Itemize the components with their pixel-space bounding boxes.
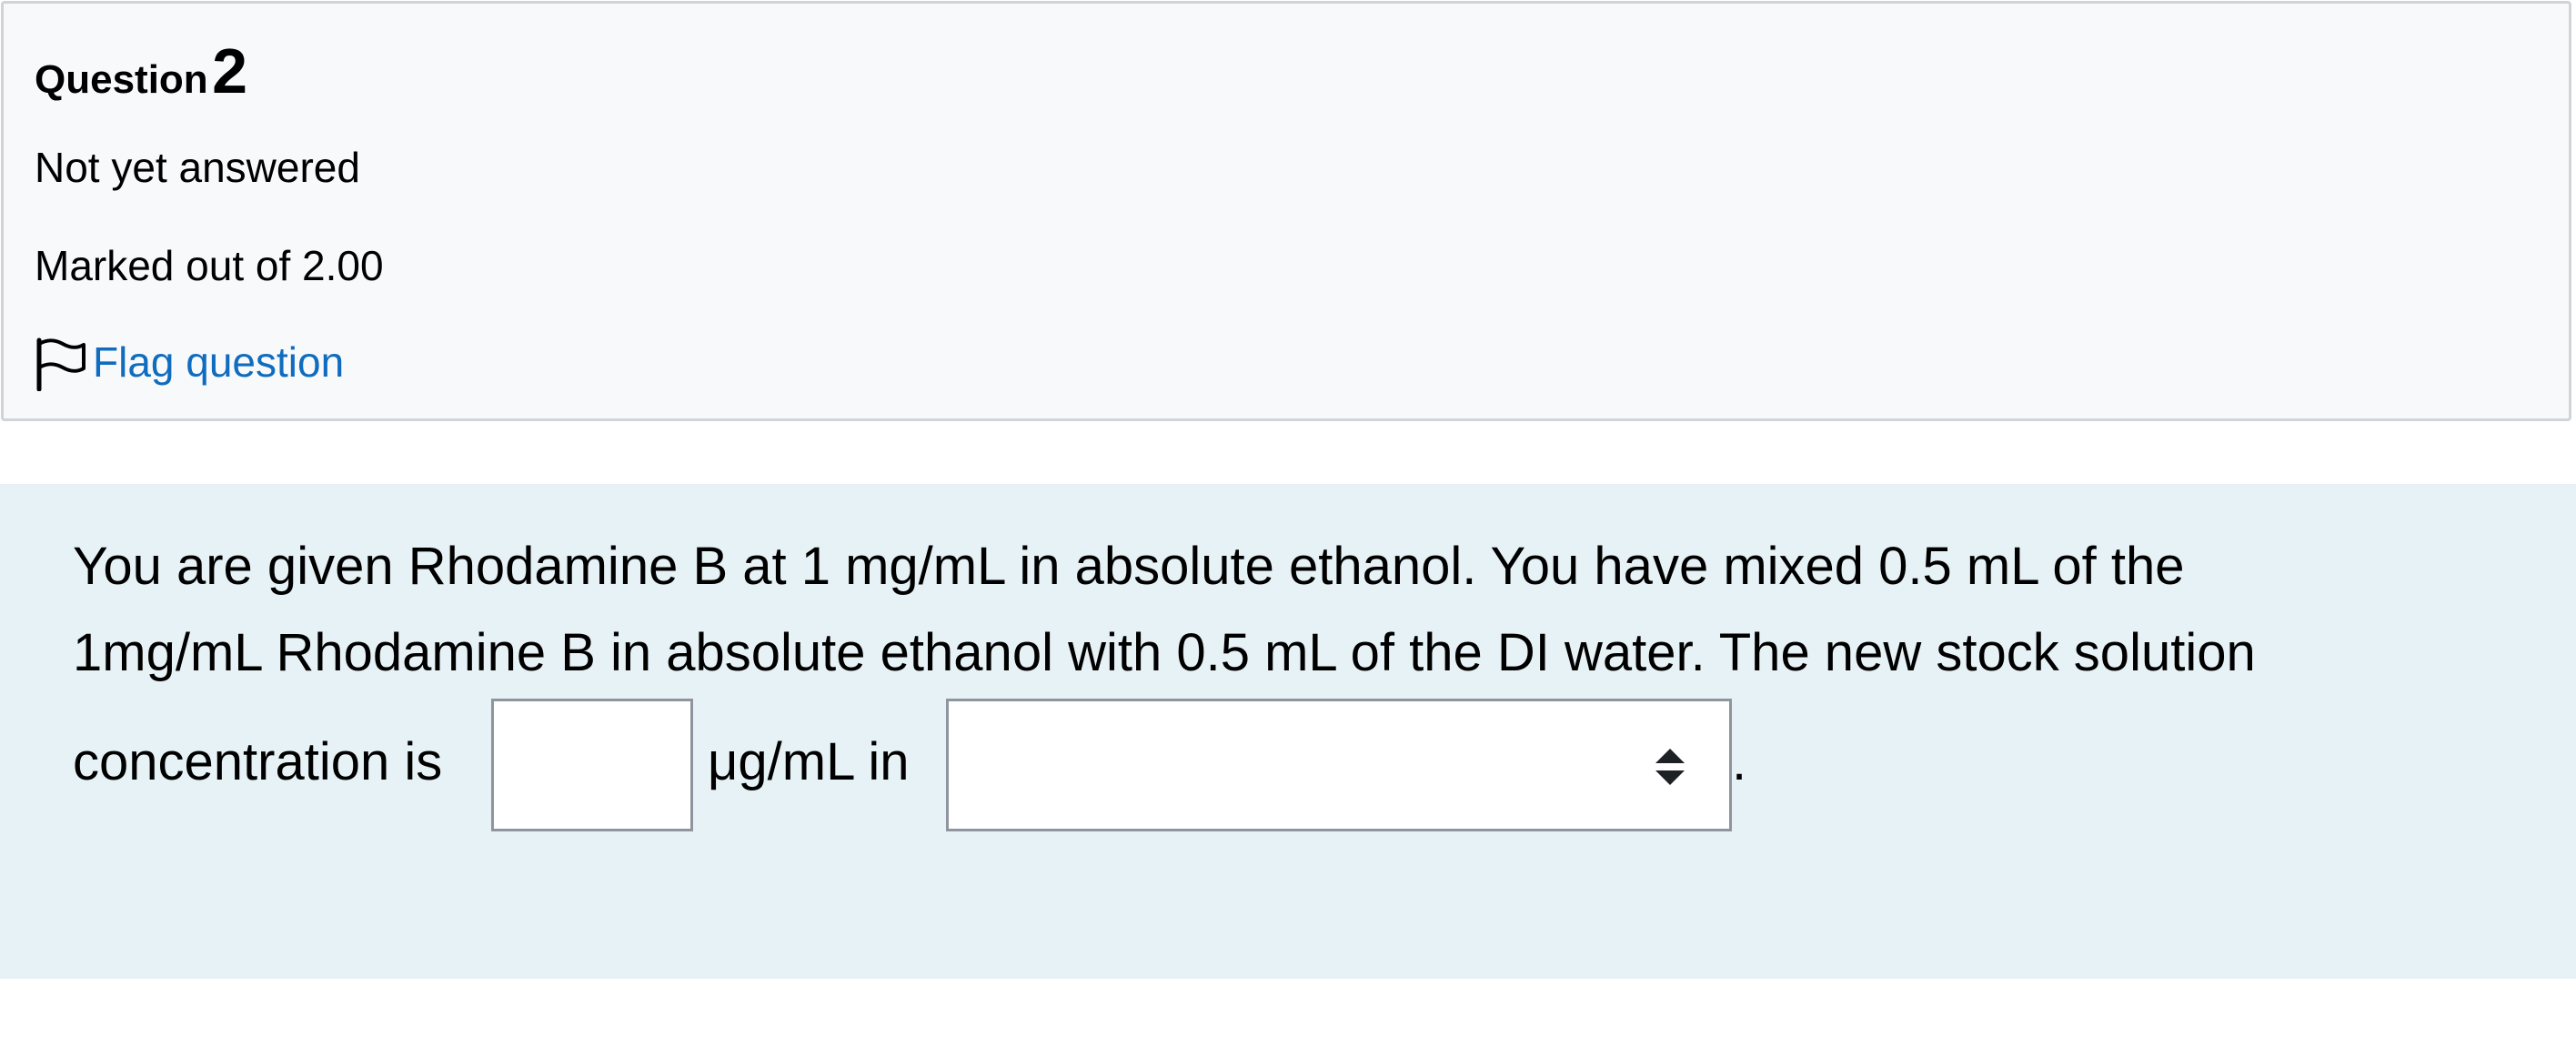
question-label: Question [35, 57, 208, 102]
question-number: 2 [212, 35, 248, 106]
unit-label: μg/mL in [708, 732, 910, 791]
flag-icon [36, 337, 86, 391]
question-state: Not yet answered [35, 144, 360, 191]
solvent-select[interactable] [946, 699, 1732, 831]
question-content-panel: You are given Rhodamine B at 1 mg/mL in … [0, 484, 2576, 979]
question-text-line-2: 1mg/mL Rhodamine B in absolute ethanol w… [73, 623, 2256, 682]
select-arrows-icon [1655, 749, 1685, 785]
question-grade: Marked out of 2.00 [35, 242, 384, 289]
sentence-period: . [1732, 732, 1747, 791]
flag-question-link[interactable]: Flag question [35, 337, 344, 391]
question-heading: Question 2 [35, 35, 247, 107]
question-info-panel: Question 2 Not yet answered Marked out o… [1, 1, 2571, 421]
question-text-line-1: You are given Rhodamine B at 1 mg/mL in … [73, 537, 2185, 596]
question-text-line-3: concentration is [73, 732, 443, 791]
concentration-answer-input[interactable] [491, 699, 693, 831]
flag-question-label[interactable]: Flag question [93, 338, 344, 386]
